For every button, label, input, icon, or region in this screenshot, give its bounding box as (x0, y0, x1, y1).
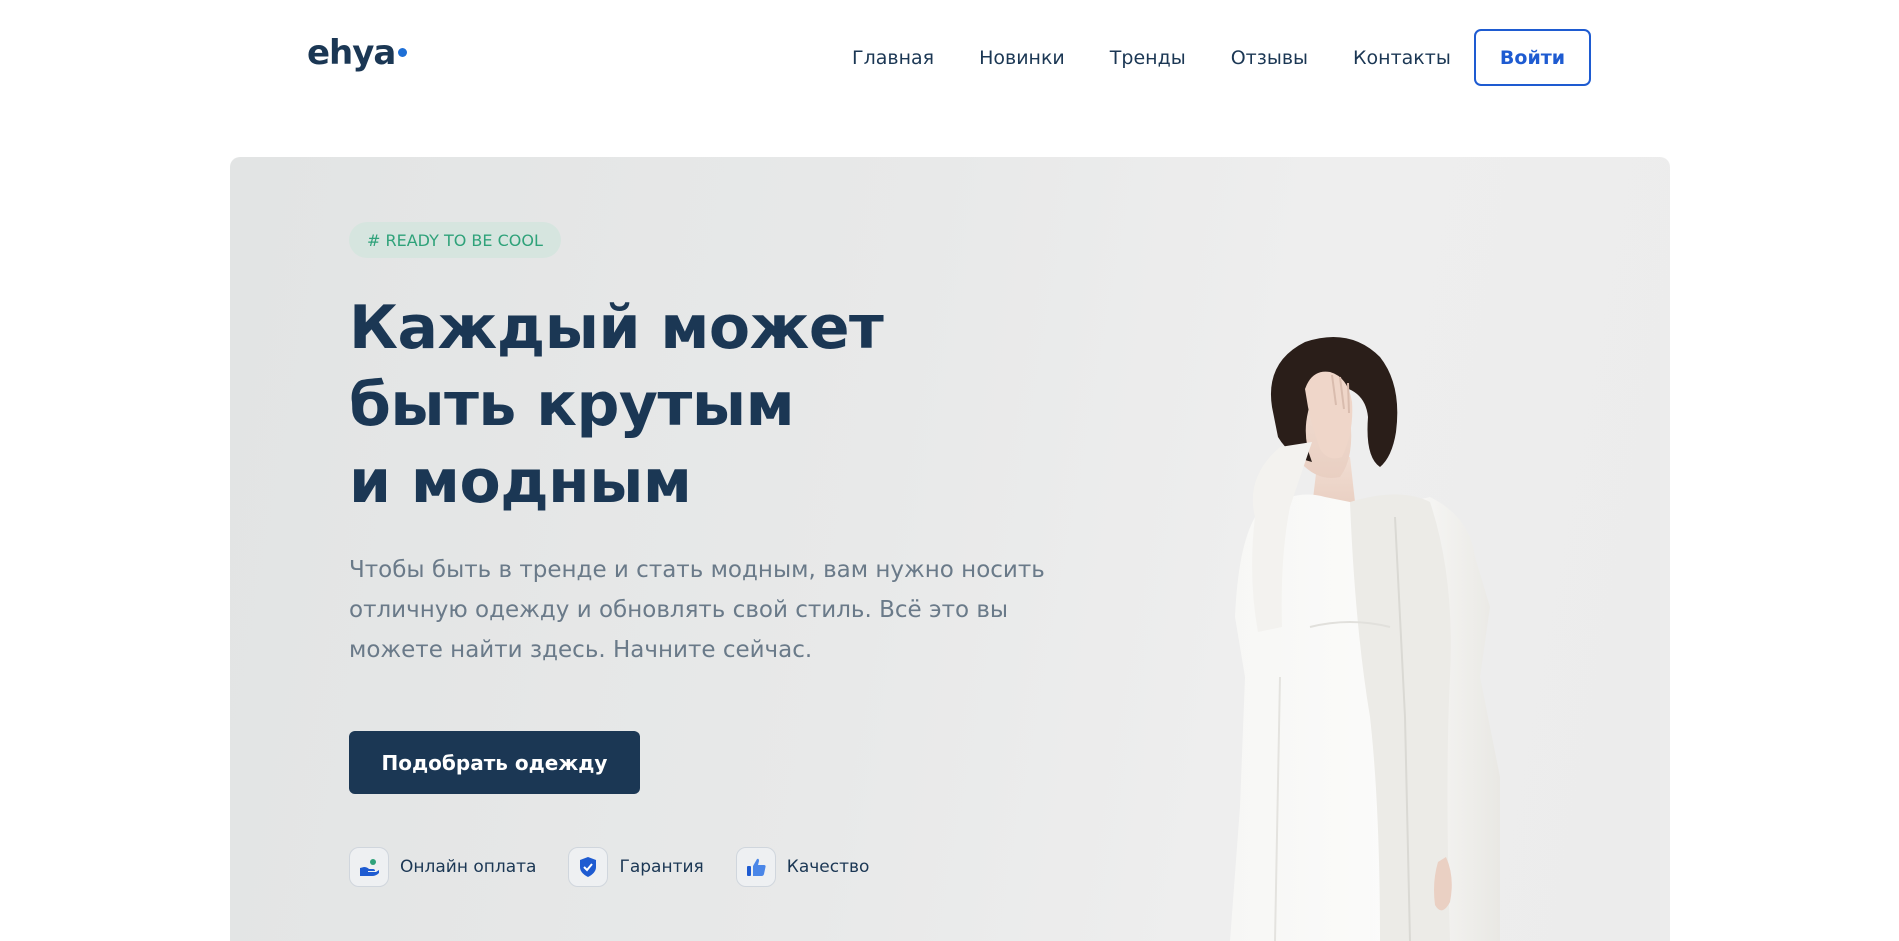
feature-label: Качество (786, 857, 870, 877)
hero-section: # READY TO BE COOL Каждый может быть кру… (230, 157, 1670, 941)
logo-text: ehya (307, 33, 396, 73)
shield-check-icon (568, 847, 609, 887)
nav-item-contacts[interactable]: Контакты (1353, 46, 1451, 70)
main-nav: Главная Новинки Тренды Отзывы Контакты (852, 46, 1451, 70)
choose-clothes-button[interactable]: Подобрать одежду (349, 731, 640, 794)
headline-line-1: Каждый может (349, 293, 884, 363)
hero-tag: # READY TO BE COOL (349, 222, 561, 258)
feature-online-payment: Онлайн оплата (349, 847, 536, 887)
headline-line-3: и модным (349, 447, 692, 517)
thumbs-up-icon (735, 847, 776, 887)
hand-coin-icon (349, 847, 389, 887)
logo-dot (398, 48, 408, 57)
hero-description: Чтобы быть в тренде и стать модным, вам … (349, 557, 1045, 663)
feature-guarantee: Гарантия (568, 847, 704, 887)
model-photo (1230, 337, 1500, 941)
hero-headline: Каждый может быть крутым и модным (349, 290, 1049, 521)
headline-line-2: быть крутым (349, 370, 795, 440)
nav-item-home[interactable]: Главная (852, 46, 934, 70)
nav-item-reviews[interactable]: Отзывы (1231, 46, 1308, 70)
login-button[interactable]: Войти (1474, 29, 1591, 86)
site-header: ehya Главная Новинки Тренды Отзывы Конта… (0, 0, 1899, 120)
logo[interactable]: ehya (307, 33, 408, 73)
nav-item-new[interactable]: Новинки (979, 46, 1065, 70)
feature-quality: Качество (735, 847, 870, 887)
feature-label: Гарантия (619, 857, 704, 877)
nav-item-trends[interactable]: Тренды (1110, 46, 1186, 70)
features-list: Онлайн оплата Гарантия Качество (349, 847, 869, 887)
feature-label: Онлайн оплата (400, 857, 537, 877)
